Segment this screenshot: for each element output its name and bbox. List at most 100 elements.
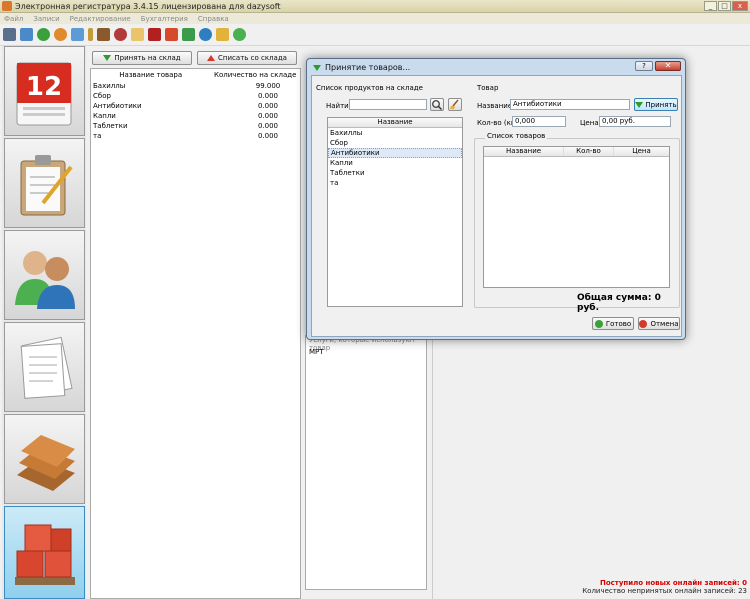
box-icon[interactable]: [165, 28, 178, 41]
stop-icon[interactable]: [148, 28, 161, 41]
price-label: Цена:: [580, 119, 601, 127]
writeoff-from-stock-button[interactable]: Списать со склада: [197, 51, 297, 65]
find-label: Найти:: [326, 102, 352, 110]
row-name: Антибиотики: [93, 102, 142, 110]
sidebar-item-documents[interactable]: [4, 322, 85, 412]
price-field[interactable]: 0,00 руб.: [599, 116, 671, 127]
calendar-icon: 12: [16, 62, 72, 126]
writeoff-from-stock-label: Списать со склада: [218, 54, 287, 62]
menu-accounting[interactable]: Бухгалтерия: [141, 15, 188, 23]
row-qty: 99.000: [255, 82, 281, 90]
stock-table-header: Название товара Количество на складе: [91, 69, 300, 81]
export-icon[interactable]: [216, 28, 229, 41]
quantity-field[interactable]: 0,000: [512, 116, 566, 127]
accept-label: Принять: [645, 100, 677, 109]
print-icon[interactable]: [20, 28, 33, 41]
list-item[interactable]: та: [328, 178, 462, 188]
list-item[interactable]: Таблетки: [328, 168, 462, 178]
list-item-selected[interactable]: Антибиотики: [328, 148, 462, 158]
list-item[interactable]: Капли: [328, 158, 462, 168]
menu-file[interactable]: Файл: [4, 15, 23, 23]
title-bar: Электронная регистратура 3.4.15 лицензир…: [0, 0, 750, 13]
menu-records[interactable]: Записи: [33, 15, 59, 23]
sidebar-item-books[interactable]: [4, 414, 85, 504]
user-icon[interactable]: [199, 28, 212, 41]
list-item[interactable]: Сбор: [328, 138, 462, 148]
save-icon[interactable]: [3, 28, 16, 41]
row-name: Бахиллы: [93, 82, 126, 90]
table-row[interactable]: Сбор 0.000: [91, 91, 300, 101]
cancel-label: Отмена: [650, 319, 679, 328]
clear-button[interactable]: [448, 98, 462, 111]
search-icon: [432, 100, 442, 110]
goods-table: Название Кол-во Цена: [483, 146, 670, 288]
column-price[interactable]: Цена: [614, 147, 669, 156]
find-input[interactable]: [349, 99, 427, 110]
money-icon[interactable]: [182, 28, 195, 41]
details-area: [432, 340, 750, 599]
dialog-close-button[interactable]: ✕: [655, 61, 681, 71]
minimize-button[interactable]: _: [704, 1, 717, 11]
clipboard-icon: [20, 155, 73, 216]
accept-button[interactable]: Принять: [634, 98, 678, 111]
home-icon[interactable]: [71, 28, 84, 41]
product-name-field[interactable]: Антибиотики: [510, 99, 630, 110]
stock-table: Название товара Количество на складе Бах…: [90, 68, 301, 599]
list-header[interactable]: Название: [328, 118, 462, 128]
sidebar-item-calendar[interactable]: 12: [4, 46, 85, 136]
maximize-button[interactable]: □: [718, 1, 731, 11]
menu-help[interactable]: Справка: [198, 15, 229, 23]
sidebar-item-warehouse[interactable]: [4, 506, 85, 599]
goods-list-caption: Список товаров: [485, 132, 548, 140]
scissors-icon[interactable]: [114, 28, 127, 41]
broom-icon: [450, 99, 459, 109]
pin-icon[interactable]: [88, 28, 93, 41]
close-button[interactable]: x: [732, 1, 748, 11]
status-area: Поступило новых онлайн записей: 0 Количе…: [582, 579, 747, 595]
row-qty: 0.000: [257, 122, 279, 130]
book-icon[interactable]: [97, 28, 110, 41]
notes-icon[interactable]: [131, 28, 144, 41]
row-qty: 0.000: [257, 102, 279, 110]
table-row[interactable]: та 0.000: [91, 131, 300, 141]
add-patient-icon[interactable]: [37, 28, 50, 41]
unaccepted-online-records-status: Количество непринятых онлайн записей: 23: [582, 587, 747, 595]
services-list: Услуги, которые используют товар МРТ: [305, 335, 427, 590]
chat-icon[interactable]: [233, 28, 246, 41]
list-item[interactable]: Бахиллы: [328, 128, 462, 138]
list-item[interactable]: МРТ: [309, 348, 324, 356]
column-product-name[interactable]: Название товара: [91, 71, 210, 79]
dialog-body: Список продуктов на складе Найти: Назван…: [311, 75, 682, 337]
column-stock-quantity[interactable]: Количество на складе: [210, 71, 300, 79]
product-name-label: Название:: [477, 102, 515, 110]
search-button[interactable]: [430, 98, 444, 111]
product-caption: Товар: [477, 84, 499, 92]
done-button[interactable]: Готово: [592, 317, 634, 330]
receive-to-stock-button[interactable]: Принять на склад: [92, 51, 192, 65]
column-quantity[interactable]: Кол-во: [564, 147, 614, 156]
row-name: Таблетки: [93, 122, 128, 130]
record-icon[interactable]: [54, 28, 67, 41]
receive-to-stock-label: Принять на склад: [114, 54, 181, 62]
cancel-icon: [639, 319, 648, 328]
cancel-button[interactable]: Отмена: [638, 317, 680, 330]
menu-edit[interactable]: Редактирование: [70, 15, 131, 23]
arrow-up-icon: [207, 55, 216, 61]
table-row[interactable]: Бахиллы 99.000: [91, 81, 300, 91]
check-icon: [594, 319, 603, 328]
receive-goods-dialog: Принятие товаров... ? ✕ Список продуктов…: [306, 58, 686, 340]
window-title: Электронная регистратура 3.4.15 лицензир…: [15, 1, 281, 11]
table-row[interactable]: Антибиотики 0.000: [91, 101, 300, 111]
help-button[interactable]: ?: [635, 61, 653, 71]
row-name: Сбор: [93, 92, 111, 100]
sidebar-item-clipboard[interactable]: [4, 138, 85, 228]
dialog-title-bar: Принятие товаров...: [313, 63, 410, 72]
table-row[interactable]: Капли 0.000: [91, 111, 300, 121]
table-row[interactable]: Таблетки 0.000: [91, 121, 300, 131]
total-sum: Общая сумма: 0 руб.: [577, 293, 661, 313]
stock-products-list: Название Бахиллы Сбор Антибиотики Капли …: [327, 117, 463, 307]
arrow-down-icon: [635, 101, 644, 108]
sidebar-item-patients[interactable]: [4, 230, 85, 320]
column-name[interactable]: Название: [484, 147, 564, 156]
dialog-title: Принятие товаров...: [325, 63, 411, 72]
